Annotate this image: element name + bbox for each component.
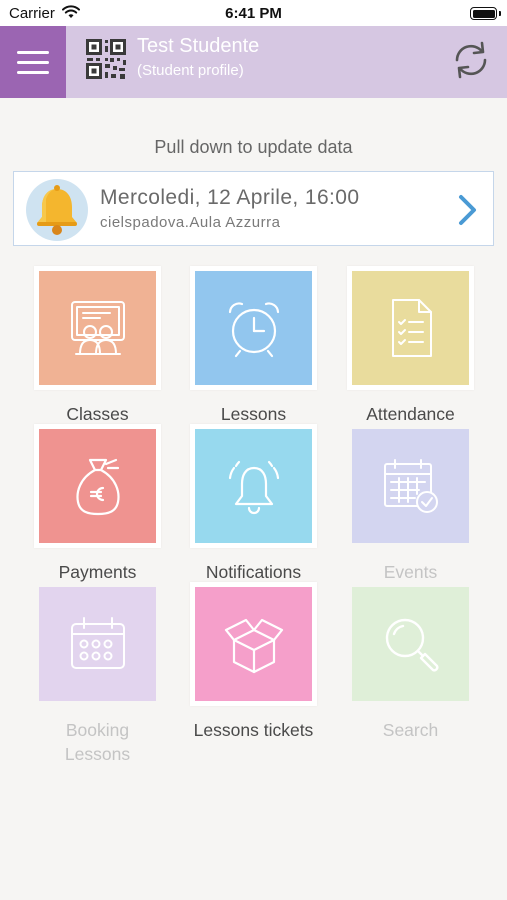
- tile-search-background: [352, 587, 469, 701]
- menu-line: [17, 70, 49, 74]
- next-lesson-card[interactable]: Mercoledi, 12 Aprile, 16:00 cielspadova.…: [13, 171, 494, 246]
- next-lesson-date: Mercoledi, 12 Aprile, 16:00: [100, 186, 360, 209]
- tile-payments[interactable]: Payments: [34, 424, 161, 584]
- calendar-icon: [70, 617, 125, 669]
- tile-events[interactable]: Events: [347, 424, 474, 584]
- tile-search[interactable]: Search: [347, 582, 474, 742]
- refresh-icon[interactable]: [449, 38, 493, 82]
- tile-booking-lessons-background: [39, 587, 156, 701]
- money-bag-icon: [75, 458, 120, 516]
- tile-events-label: Events: [383, 562, 438, 582]
- status-time: 6:41 PM: [225, 5, 282, 22]
- battery-cap: [499, 11, 501, 16]
- tile-lessons-tickets-background: [195, 587, 312, 701]
- checklist-icon: [391, 299, 432, 357]
- next-lesson-location: cielspadova.Aula Azzurra: [100, 214, 281, 231]
- qr-code-icon[interactable]: [85, 38, 127, 80]
- tile-search-label: Search: [382, 720, 439, 740]
- tile-attendance[interactable]: Attendance: [347, 266, 474, 426]
- alarm-clock-icon: [228, 302, 279, 358]
- menu-line: [17, 60, 49, 64]
- tile-lessons-label: Lessons: [220, 404, 287, 424]
- bell-avatar-icon: [26, 179, 88, 241]
- tile-booking-lessons-label: Booking Lessons: [64, 720, 131, 764]
- magnifier-icon: [385, 618, 438, 672]
- chevron-right-icon: [459, 195, 476, 225]
- profile-name: Test Studente: [137, 35, 260, 57]
- tile-payments-background: [39, 429, 156, 543]
- battery-icon: [470, 7, 497, 20]
- tile-lessons[interactable]: Lessons: [190, 266, 317, 426]
- tile-lessons-tickets[interactable]: Lessons tickets: [190, 582, 317, 742]
- tile-events-background: [352, 429, 469, 543]
- tile-booking-lessons[interactable]: Booking Lessons: [34, 582, 161, 766]
- calendar-check-icon: [383, 459, 438, 513]
- app-header: Test Studente (Student profile): [0, 26, 507, 98]
- tile-classes-label: Classes: [66, 404, 129, 424]
- box-icon: [224, 618, 283, 674]
- tile-lessons-tickets-label: Lessons tickets: [193, 720, 314, 740]
- tile-lessons-background: [195, 271, 312, 385]
- status-bar: Carrier 6:41 PM: [0, 0, 507, 26]
- menu-line: [17, 50, 49, 54]
- tile-attendance-label: Attendance: [366, 404, 455, 424]
- bell-icon: [228, 460, 279, 515]
- tile-classes[interactable]: Classes: [34, 266, 161, 426]
- tile-payments-label: Payments: [58, 562, 137, 582]
- profile-subtitle: (Student profile): [137, 62, 244, 79]
- tile-notifications[interactable]: Notifications: [190, 424, 317, 584]
- tile-attendance-background: [352, 271, 469, 385]
- hamburger-menu-button[interactable]: [0, 26, 66, 98]
- tile-classes-background: [39, 271, 156, 385]
- classroom-icon: [70, 301, 125, 355]
- tile-notifications-label: Notifications: [205, 562, 302, 582]
- tile-notifications-background: [195, 429, 312, 543]
- pull-to-refresh-hint: Pull down to update data: [154, 137, 353, 157]
